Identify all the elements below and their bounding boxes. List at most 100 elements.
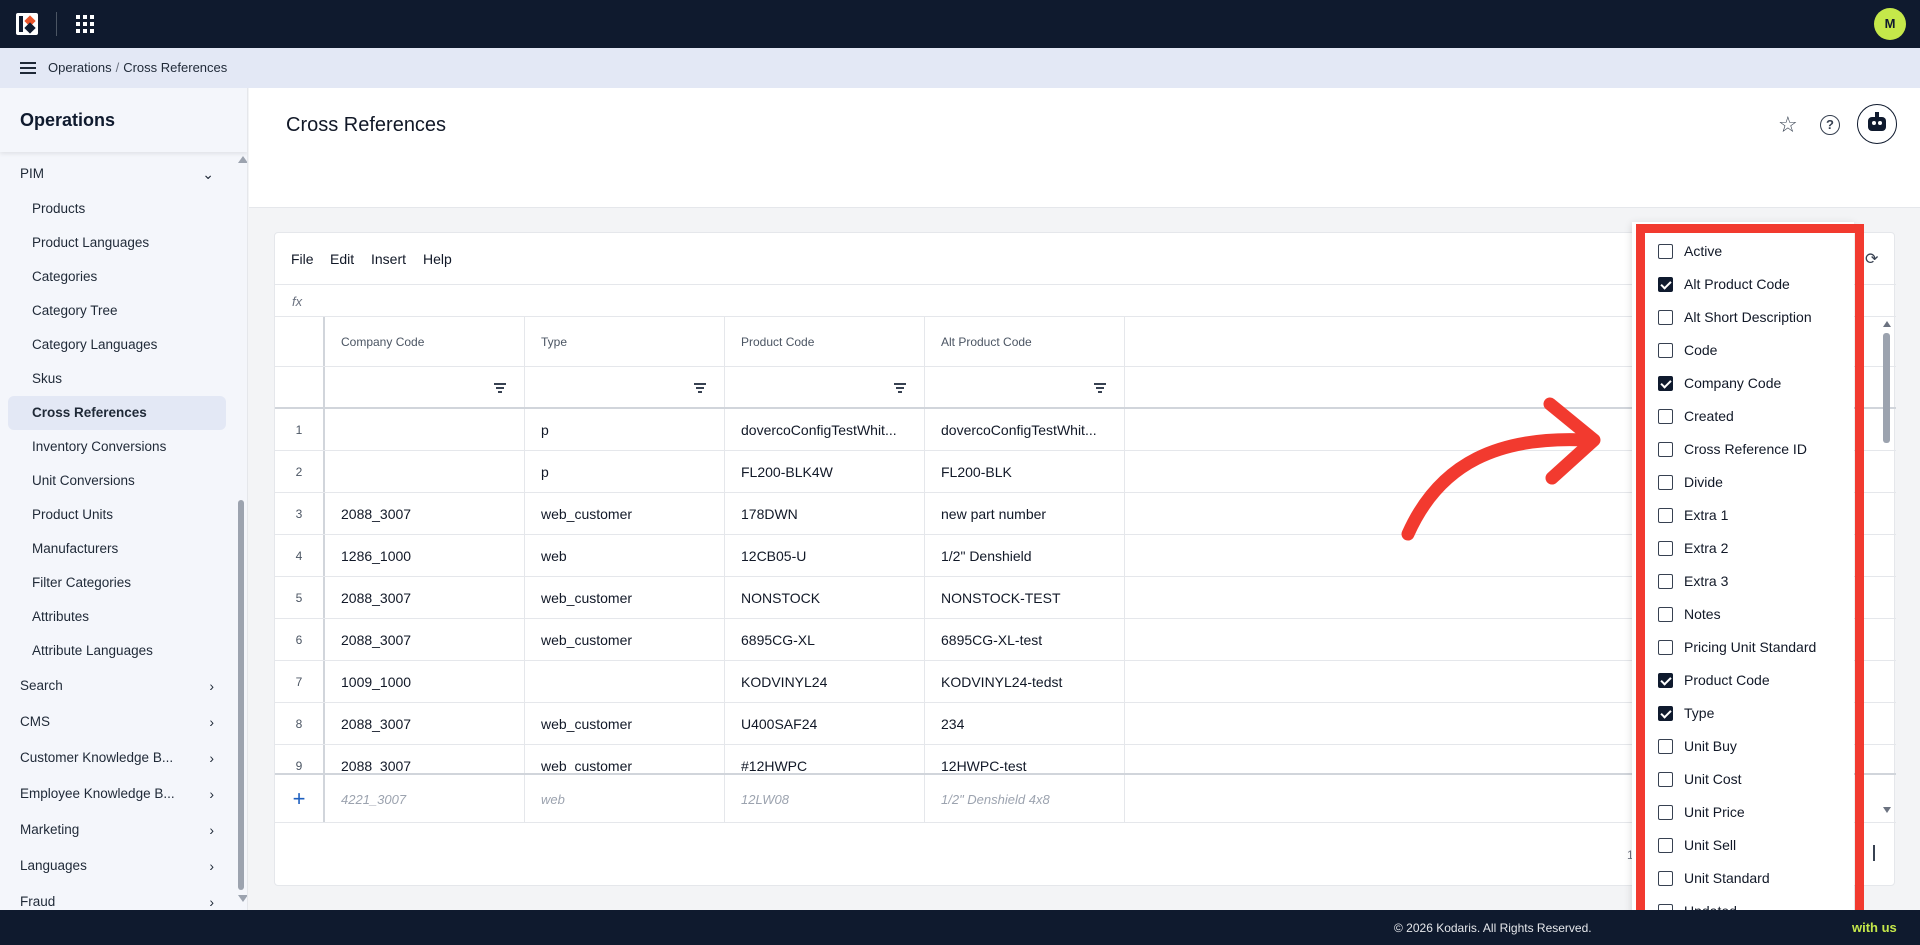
sidebar-item-filter-categories[interactable]: Filter Categories [0, 566, 236, 600]
sidebar-item-categories[interactable]: Categories [0, 260, 236, 294]
cell-type[interactable]: web_customer [525, 493, 725, 534]
corner-cell[interactable] [275, 317, 325, 366]
help-icon[interactable]: ? [1820, 115, 1840, 135]
cell-type[interactable] [525, 661, 725, 702]
scroll-up-icon[interactable] [238, 156, 247, 163]
filter-icon[interactable] [1094, 383, 1106, 393]
cell-alt-product-code[interactable]: new part number [925, 493, 1125, 534]
cell-company-code[interactable]: 2088_3007 [325, 577, 525, 618]
row-number[interactable]: 2 [275, 451, 325, 492]
scroll-down-icon[interactable] [238, 895, 247, 902]
cell-product-code[interactable]: 178DWN [725, 493, 925, 534]
column-header-alt-product-code[interactable]: Alt Product Code [925, 317, 1125, 366]
cell-alt-product-code[interactable]: dovercoConfigTestWhit... [925, 409, 1125, 450]
cell-company-code[interactable]: 2088_3007 [325, 619, 525, 660]
sidebar-item-inventory-conversions[interactable]: Inventory Conversions [0, 430, 236, 464]
sidebar-item-skus[interactable]: Skus [0, 362, 236, 396]
sidebar-item-manufacturers[interactable]: Manufacturers [0, 532, 236, 566]
row-number[interactable]: 1 [275, 409, 325, 450]
column-header-company-code[interactable]: Company Code [325, 317, 525, 366]
sidebar-scrollbar[interactable] [236, 152, 247, 902]
row-number[interactable]: 4 [275, 535, 325, 576]
cell-company-code[interactable]: 1009_1000 [325, 661, 525, 702]
sidebar-item-customer-knowledge-b[interactable]: Customer Knowledge B... › [0, 740, 236, 776]
filter-cell-company-code[interactable] [325, 367, 525, 407]
sidebar-item-pim[interactable]: PIM ⌄ [0, 156, 236, 192]
grid-scrollbar[interactable] [1882, 319, 1892, 819]
cell-product-code[interactable]: U400SAF24 [725, 703, 925, 744]
filter-icon[interactable] [494, 383, 506, 393]
cell-type[interactable]: p [525, 409, 725, 450]
kodaris-logo-icon[interactable] [16, 13, 38, 35]
filter-icon[interactable] [894, 383, 906, 393]
column-header-type[interactable]: Type [525, 317, 725, 366]
refresh-icon[interactable]: ⟳ [1865, 249, 1878, 269]
sidebar-item-fraud[interactable]: Fraud › [0, 884, 236, 910]
new-row-placeholder-alt-product-code[interactable]: 1/2" Denshield 4x8 [925, 775, 1125, 822]
favorite-star-icon[interactable]: ☆ [1778, 112, 1798, 138]
cell-type[interactable]: web_customer [525, 619, 725, 660]
grid-scroll-thumb[interactable] [1883, 333, 1890, 443]
cell-alt-product-code[interactable]: FL200-BLK [925, 451, 1125, 492]
cell-company-code[interactable]: 2088_3007 [325, 745, 525, 773]
cell-alt-product-code[interactable]: 12HWPC-test [925, 745, 1125, 773]
add-row-button[interactable]: + [275, 775, 325, 822]
sidebar-item-cross-references[interactable]: Cross References [8, 396, 226, 430]
cell-product-code[interactable]: dovercoConfigTestWhit... [725, 409, 925, 450]
row-number[interactable]: 5 [275, 577, 325, 618]
menu-icon[interactable] [20, 62, 36, 74]
sidebar-item-product-languages[interactable]: Product Languages [0, 226, 236, 260]
sidebar-item-category-languages[interactable]: Category Languages [0, 328, 236, 362]
sidebar-item-cms[interactable]: CMS › [0, 704, 236, 740]
cell-type[interactable]: web_customer [525, 703, 725, 744]
cell-alt-product-code[interactable]: 1/2" Denshield [925, 535, 1125, 576]
cell-type[interactable]: web_customer [525, 745, 725, 773]
cell-alt-product-code[interactable]: NONSTOCK-TEST [925, 577, 1125, 618]
user-avatar[interactable]: M [1874, 8, 1906, 40]
cell-type[interactable]: web_customer [525, 577, 725, 618]
cell-company-code[interactable]: 1286_1000 [325, 535, 525, 576]
row-number[interactable]: 7 [275, 661, 325, 702]
menu-help[interactable]: Help [423, 251, 452, 267]
cell-alt-product-code[interactable]: KODVINYL24-tedst [925, 661, 1125, 702]
cell-product-code[interactable]: FL200-BLK4W [725, 451, 925, 492]
row-number[interactable]: 3 [275, 493, 325, 534]
cell-alt-product-code[interactable]: 6895CG-XL-test [925, 619, 1125, 660]
sidebar-item-category-tree[interactable]: Category Tree [0, 294, 236, 328]
sidebar-scroll-thumb[interactable] [238, 500, 244, 890]
row-number[interactable]: 9 [275, 745, 325, 773]
cell-alt-product-code[interactable]: 234 [925, 703, 1125, 744]
cell-product-code[interactable]: 12CB05-U [725, 535, 925, 576]
filter-cell-product-code[interactable] [725, 367, 925, 407]
menu-insert[interactable]: Insert [371, 251, 406, 267]
cell-company-code[interactable] [325, 409, 525, 450]
cell-product-code[interactable]: KODVINYL24 [725, 661, 925, 702]
cell-type[interactable]: web [525, 535, 725, 576]
pager-last-icon[interactable] [1873, 845, 1875, 861]
filter-cell-type[interactable] [525, 367, 725, 407]
menu-edit[interactable]: Edit [330, 251, 354, 267]
grid-scroll-up-icon[interactable] [1883, 321, 1891, 327]
cell-product-code[interactable]: NONSTOCK [725, 577, 925, 618]
sidebar-item-marketing[interactable]: Marketing › [0, 812, 236, 848]
cell-company-code[interactable] [325, 451, 525, 492]
menu-file[interactable]: File [291, 251, 314, 267]
cell-company-code[interactable]: 2088_3007 [325, 703, 525, 744]
sidebar-item-employee-knowledge-b[interactable]: Employee Knowledge B... › [0, 776, 236, 812]
cell-product-code[interactable]: 6895CG-XL [725, 619, 925, 660]
sidebar-item-products[interactable]: Products [0, 192, 236, 226]
cell-company-code[interactable]: 2088_3007 [325, 493, 525, 534]
new-row-placeholder-type[interactable]: web [525, 775, 725, 822]
filter-cell-alt-product-code[interactable] [925, 367, 1125, 407]
assistant-bot-button[interactable] [1857, 104, 1897, 144]
chat-with-us-link[interactable]: with us [1852, 920, 1897, 935]
column-header-product-code[interactable]: Product Code [725, 317, 925, 366]
sidebar-item-unit-conversions[interactable]: Unit Conversions [0, 464, 236, 498]
sidebar-item-attributes[interactable]: Attributes [0, 600, 236, 634]
filter-icon[interactable] [694, 383, 706, 393]
cell-product-code[interactable]: #12HWPC [725, 745, 925, 773]
new-row-placeholder-product-code[interactable]: 12LW08 [725, 775, 925, 822]
sidebar-item-attribute-languages[interactable]: Attribute Languages [0, 634, 236, 668]
sidebar-item-search[interactable]: Search › [0, 668, 236, 704]
cell-type[interactable]: p [525, 451, 725, 492]
